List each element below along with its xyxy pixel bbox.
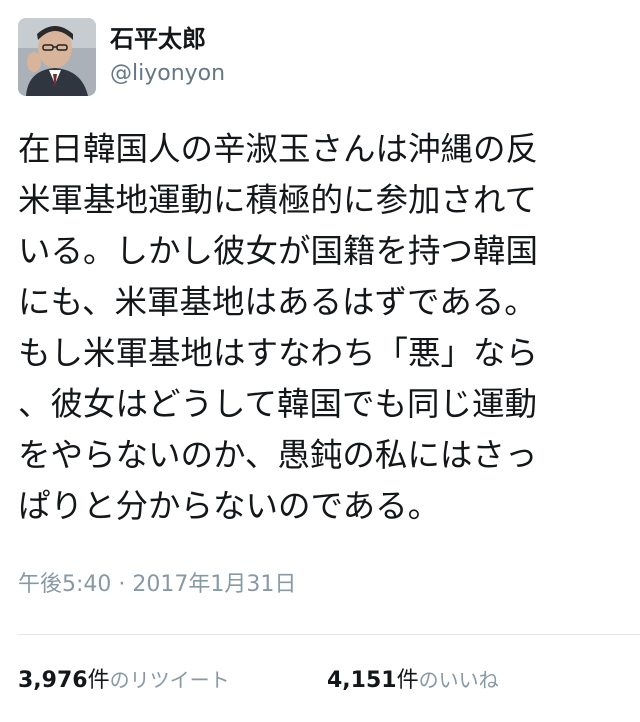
like-count-stat[interactable]: 4,151件のいいね <box>327 660 499 701</box>
tweet-text-line: もし米軍基地はすなわち「悪」なら <box>18 334 539 372</box>
tweet-text-line: 在日韓国人の辛淑玉さんは沖縄の反 <box>18 130 539 168</box>
tweet-text-line: をやらないのか、愚鈍の私にはさっ <box>18 436 538 474</box>
tweet-timestamp[interactable]: 午後5:40 · 2017年1月31日 <box>18 568 296 602</box>
tweet-text-line: 、彼女はどうして韓国でも同じ運動 <box>18 385 538 423</box>
tweet-text-line: 米軍基地運動に積極的に参加されて <box>18 181 538 219</box>
like-unit: 件 <box>396 668 419 693</box>
tweet-text-line: いる。しかし彼女が国籍を持つ韓国 <box>18 232 539 270</box>
display-name[interactable]: 石平太郎 <box>110 24 225 54</box>
tweet-stats: 3,976件のリツイート 4,151件のいいね <box>18 660 499 701</box>
profile-photo-icon <box>18 18 96 96</box>
tweet-detail: 石平太郎 @liyonyon 在日韓国人の辛淑玉さんは沖縄の反 米軍基地運動に積… <box>0 0 640 722</box>
retweet-count: 3,976 <box>18 668 88 693</box>
tweet-text-line: にも、米軍基地はあるはずである。 <box>18 283 537 321</box>
avatar[interactable] <box>18 18 96 96</box>
user-handle[interactable]: @liyonyon <box>110 60 225 88</box>
divider <box>18 634 640 635</box>
tweet-text-line: ぱりと分からないのである。 <box>18 487 441 525</box>
like-label: のいいね <box>418 668 499 692</box>
tweet-header: 石平太郎 @liyonyon <box>18 18 618 100</box>
user-identity[interactable]: 石平太郎 @liyonyon <box>110 24 225 88</box>
retweet-unit: 件 <box>87 668 110 693</box>
tweet-text: 在日韓国人の辛淑玉さんは沖縄の反 米軍基地運動に積極的に参加されて いる。しかし… <box>18 124 618 532</box>
like-count: 4,151 <box>327 668 397 693</box>
retweet-label: のリツイート <box>109 668 230 692</box>
retweet-count-stat[interactable]: 3,976件のリツイート <box>18 660 230 701</box>
